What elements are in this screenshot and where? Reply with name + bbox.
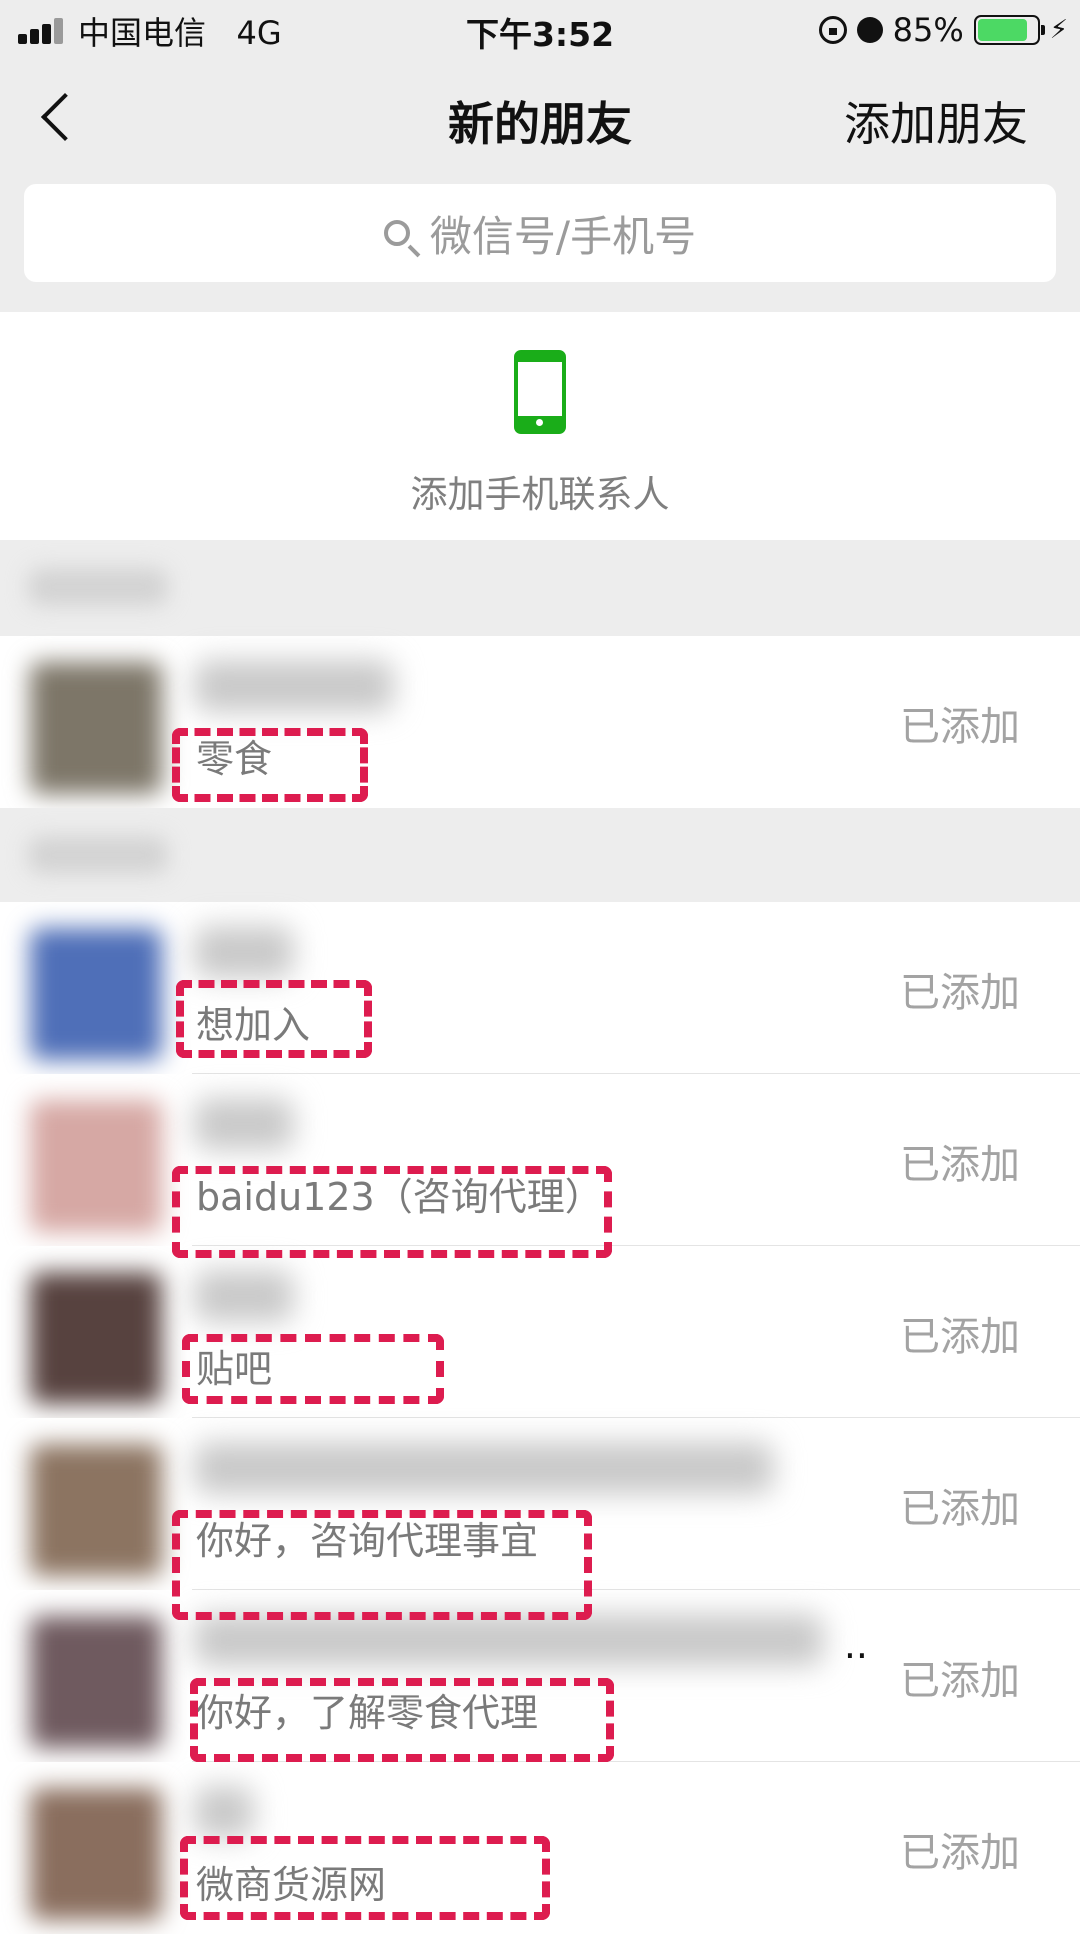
blurred-name (194, 660, 394, 712)
avatar (30, 1444, 162, 1576)
battery-icon (973, 15, 1045, 45)
avatar (30, 1616, 162, 1748)
avatar (30, 662, 162, 794)
ellipsis-icon: ·· (843, 1634, 868, 1678)
added-status: 已添加 (900, 970, 1020, 1016)
blurred-section-title (28, 568, 168, 606)
avatar (30, 1272, 162, 1404)
added-status: 已添加 (900, 1658, 1020, 1704)
blurred-name (194, 1098, 294, 1150)
added-status: 已添加 (900, 1830, 1020, 1876)
blurred-name (194, 1786, 254, 1838)
annotation-highlight (176, 980, 372, 1058)
section-header (0, 540, 1080, 634)
search-placeholder: 微信号/手机号 (429, 211, 697, 261)
blurred-name (194, 1270, 294, 1322)
blurred-section-title (28, 836, 168, 874)
status-bar: 中国电信 4G 下午3:52 85% ⚡ (0, 0, 1080, 60)
added-status: 已添加 (900, 704, 1020, 750)
friend-request-row[interactable]: 想加入 已添加 (0, 902, 1080, 1074)
added-status: 已添加 (900, 1142, 1020, 1188)
friend-request-row[interactable]: 零食 已添加 (0, 636, 1080, 808)
avatar (30, 1788, 162, 1920)
alarm-icon (856, 17, 883, 43)
rotation-lock-icon (818, 16, 847, 44)
add-phone-contacts-label: 添加手机联系人 (410, 473, 670, 516)
phone-icon (514, 350, 566, 434)
annotation-highlight (180, 1836, 550, 1920)
search-input[interactable]: 微信号/手机号 (24, 184, 1056, 282)
search-icon (383, 220, 410, 246)
section-header (0, 808, 1080, 902)
avatar (30, 928, 162, 1060)
annotation-highlight (172, 728, 368, 802)
blurred-name (194, 1614, 824, 1666)
annotation-highlight (190, 1678, 614, 1762)
added-status: 已添加 (900, 1486, 1020, 1532)
annotation-highlight (172, 1510, 592, 1620)
add-phone-contacts-button[interactable]: 添加手机联系人 (0, 312, 1080, 540)
annotation-highlight (182, 1334, 444, 1404)
blurred-name (194, 1442, 774, 1494)
nav-bar: 新的朋友 添加朋友 (0, 60, 1080, 184)
add-friend-button[interactable]: 添加朋友 (844, 88, 1028, 154)
added-status: 已添加 (900, 1314, 1020, 1360)
friend-request-row[interactable]: 贴吧 已添加 (0, 1246, 1080, 1418)
avatar (30, 1100, 162, 1232)
battery-percent: 85% (892, 11, 964, 49)
annotation-highlight (172, 1166, 612, 1258)
blurred-name (194, 926, 294, 978)
charging-icon: ⚡ (1049, 15, 1068, 45)
